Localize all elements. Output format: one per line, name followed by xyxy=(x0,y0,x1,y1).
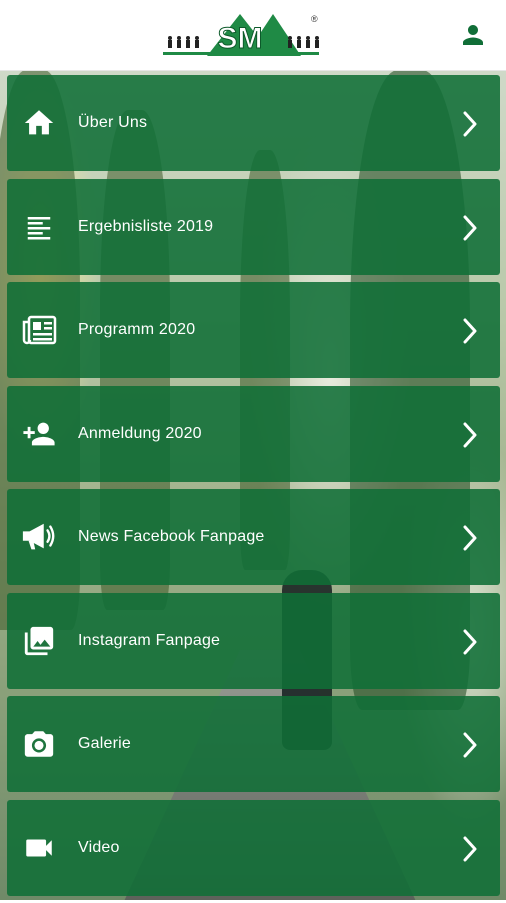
add-person-icon xyxy=(21,416,57,452)
menu-item-label: Instagram Fanpage xyxy=(78,631,221,649)
menu-item-label: Ergebnisliste 2019 xyxy=(78,217,214,235)
chevron-right-icon xyxy=(462,629,478,655)
chevron-right-icon xyxy=(462,215,478,241)
chevron-right-icon xyxy=(462,422,478,448)
menu-item-facebook[interactable]: News Facebook Fanpage xyxy=(7,489,500,585)
chevron-right-icon xyxy=(462,111,478,137)
megaphone-icon xyxy=(21,519,57,555)
menu-item-label: Anmeldung 2020 xyxy=(78,424,202,442)
camera-icon xyxy=(21,726,57,762)
menu-item-label: Video xyxy=(78,838,120,856)
menu-item-anmeldung[interactable]: Anmeldung 2020 xyxy=(7,385,500,482)
menu-item-label: News Facebook Fanpage xyxy=(78,528,265,545)
newspaper-icon xyxy=(21,312,57,348)
chevron-right-icon xyxy=(462,318,478,344)
videocam-icon xyxy=(21,830,57,866)
app-header: SM ® xyxy=(0,0,506,71)
menu-item-label: Über Uns xyxy=(78,114,148,131)
menu-item-ueber-uns[interactable]: Über Uns xyxy=(7,75,500,171)
menu-item-ergebnisliste[interactable]: Ergebnisliste 2019 xyxy=(7,178,500,275)
chevron-right-icon xyxy=(462,525,478,551)
registered-mark: ® xyxy=(311,14,318,24)
account-button[interactable] xyxy=(458,20,488,50)
chevron-right-icon xyxy=(462,732,478,758)
sm-logo: SM ® xyxy=(155,10,325,60)
menu-item-galerie[interactable]: Galerie xyxy=(7,696,500,792)
home-icon xyxy=(21,105,57,141)
chevron-right-icon xyxy=(462,836,478,862)
photo-library-icon xyxy=(21,623,57,659)
menu-item-label: Galerie xyxy=(78,735,131,752)
main-menu: Über Uns Ergebnisliste 2019 Programm 202 xyxy=(7,75,500,903)
list-icon xyxy=(21,209,57,245)
menu-item-label: Programm 2020 xyxy=(78,321,196,338)
menu-item-programm[interactable]: Programm 2020 xyxy=(7,282,500,378)
person-icon xyxy=(458,20,488,50)
menu-item-video[interactable]: Video xyxy=(7,799,500,896)
menu-item-instagram[interactable]: Instagram Fanpage xyxy=(7,592,500,689)
logo-text: SM xyxy=(218,22,263,55)
